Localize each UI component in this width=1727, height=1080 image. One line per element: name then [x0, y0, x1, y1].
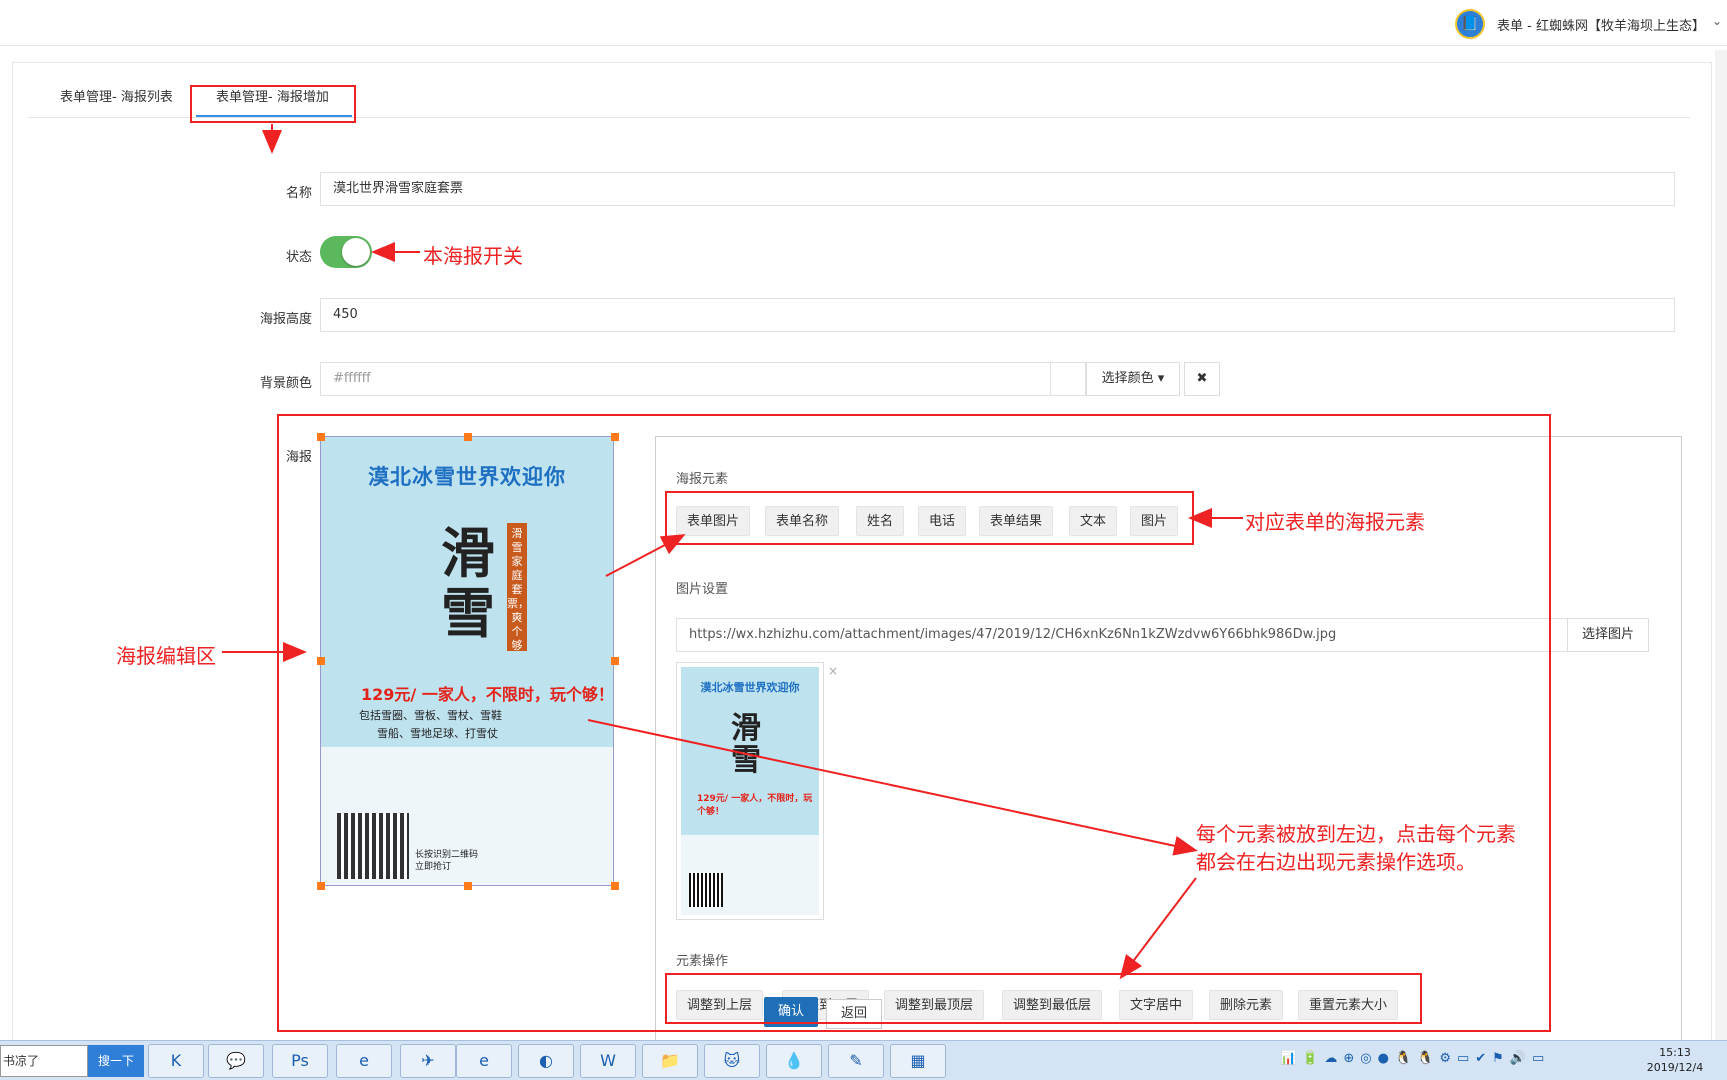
taskbar-app-wps-icon[interactable]: W	[580, 1044, 636, 1078]
taskbar-app-k-icon[interactable]: K	[148, 1044, 204, 1078]
taskbar-app-drop-icon[interactable]: 💧	[766, 1044, 822, 1078]
taskbar-app-edge-icon[interactable]: ◐	[518, 1044, 574, 1078]
taskbar-clock[interactable]: 15:13 2019/12/4	[1640, 1045, 1710, 1075]
taskbar: 书凉了 搜一下 K 💬 Ps e ✈ e ◐ W 📁 🐱 💧 ✎ ▦ 📊🔋☁⊕◎…	[0, 1040, 1727, 1080]
taskbar-app-wechat-icon[interactable]: 💬	[208, 1044, 264, 1078]
taskbar-app-ie-icon[interactable]: e	[336, 1044, 392, 1078]
taskbar-search-input[interactable]: 书凉了	[0, 1045, 88, 1077]
taskbar-search-button[interactable]: 搜一下	[88, 1045, 144, 1077]
taskbar-app-folder-icon[interactable]: 📁	[642, 1044, 698, 1078]
system-tray-icons[interactable]: 📊🔋☁⊕◎●🐧🐧⚙▭✔⚑🔊▭	[1280, 1051, 1550, 1066]
taskbar-app-notepad-icon[interactable]: ✎	[828, 1044, 884, 1078]
taskbar-app-browser-icon[interactable]: e	[456, 1044, 512, 1078]
taskbar-app-photoshop-icon[interactable]: Ps	[272, 1044, 328, 1078]
taskbar-app-calculator-icon[interactable]: ▦	[890, 1044, 946, 1078]
annotation-arrows	[222, 124, 1243, 980]
clock-time: 15:13	[1659, 1046, 1691, 1059]
taskbar-app-plane-icon[interactable]: ✈	[400, 1044, 456, 1078]
clock-date: 2019/12/4	[1646, 1061, 1704, 1074]
taskbar-app-cat-icon[interactable]: 🐱	[704, 1044, 760, 1078]
